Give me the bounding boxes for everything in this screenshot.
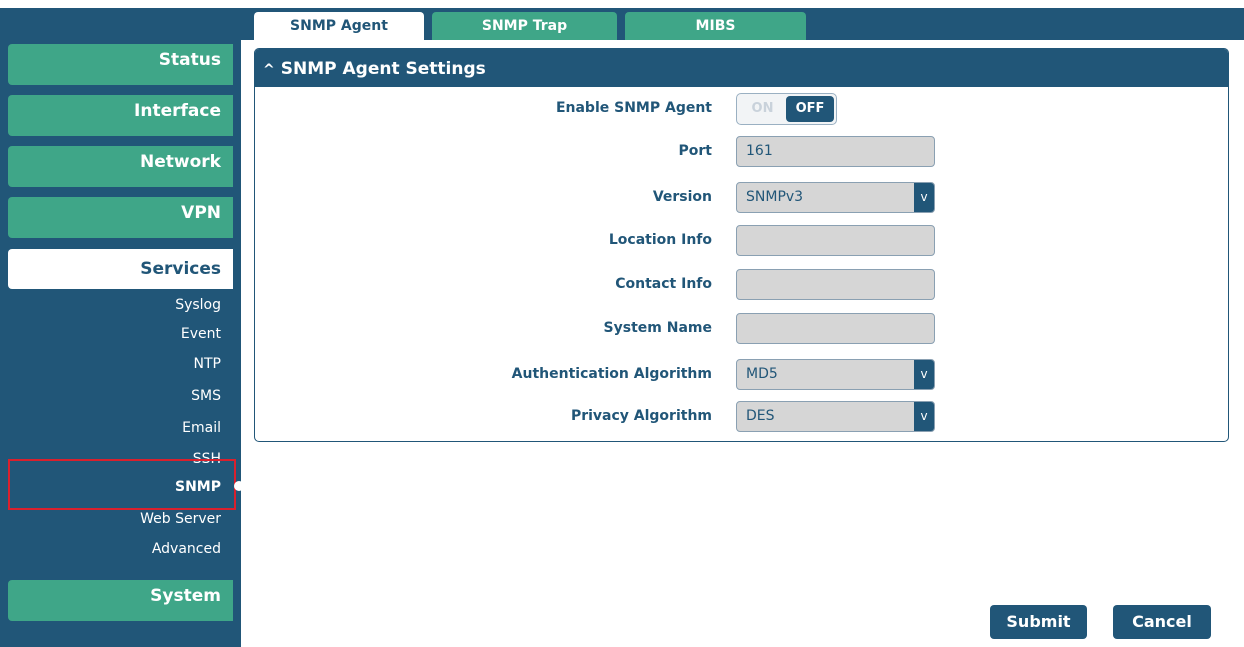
row-version: Version SNMPv3 v: [255, 182, 1228, 216]
cancel-button[interactable]: Cancel: [1113, 605, 1211, 639]
nav-network[interactable]: Network: [8, 146, 233, 187]
sidebar-item-ntp[interactable]: NTP: [41, 349, 221, 379]
tab-mibs[interactable]: MIBS: [625, 12, 806, 40]
sidebar-item-event[interactable]: Event: [41, 319, 221, 349]
panel-title: SNMP Agent Settings: [280, 59, 486, 79]
privacy-algorithm-select[interactable]: DES v: [736, 401, 935, 432]
toggle-on-label: ON: [751, 101, 774, 116]
system-name-input[interactable]: [736, 313, 935, 344]
sidebar: Status Interface Network VPN Services Sy…: [0, 0, 241, 647]
row-system-name: System Name: [255, 313, 1228, 347]
location-info-label: Location Info: [608, 232, 712, 248]
toggle-off-label: OFF: [786, 96, 834, 122]
version-label: Version: [652, 189, 712, 205]
submit-button[interactable]: Submit: [990, 605, 1087, 639]
snmp-highlight-box: [8, 459, 236, 510]
chevron-down-icon: v: [914, 183, 934, 212]
contact-info-label: Contact Info: [615, 276, 712, 292]
row-location-info: Location Info: [255, 225, 1228, 259]
port-label: Port: [678, 143, 712, 159]
row-privacy-algorithm: Privacy Algorithm DES v: [255, 401, 1228, 435]
authentication-algorithm-label: Authentication Algorithm: [511, 366, 712, 382]
row-contact-info: Contact Info: [255, 269, 1228, 303]
version-value: SNMPv3: [746, 189, 804, 205]
sidebar-item-advanced[interactable]: Advanced: [41, 534, 221, 564]
privacy-algorithm-value: DES: [746, 408, 775, 424]
nav-status[interactable]: Status: [8, 44, 233, 85]
sidebar-item-sms[interactable]: SMS: [41, 381, 221, 411]
authentication-algorithm-value: MD5: [746, 366, 778, 382]
row-enable-snmp-agent: Enable SNMP Agent ON OFF: [255, 93, 1228, 127]
privacy-algorithm-label: Privacy Algorithm: [570, 408, 712, 424]
nav-system[interactable]: System: [8, 580, 233, 621]
collapse-caret-icon: ^: [263, 62, 275, 78]
nav-services[interactable]: Services: [8, 249, 233, 289]
active-item-indicator: [234, 481, 244, 491]
location-info-input[interactable]: [736, 225, 935, 256]
tab-snmp-trap[interactable]: SNMP Trap: [432, 12, 617, 40]
snmp-agent-settings-panel: ^ SNMP Agent Settings Enable SNMP Agent O…: [254, 48, 1229, 442]
contact-info-input[interactable]: [736, 269, 935, 300]
row-port: Port 161: [255, 136, 1228, 170]
nav-vpn[interactable]: VPN: [8, 197, 233, 238]
system-name-label: System Name: [603, 320, 712, 336]
authentication-algorithm-select[interactable]: MD5 v: [736, 359, 935, 390]
port-input[interactable]: 161: [736, 136, 935, 167]
enable-snmp-agent-toggle[interactable]: ON OFF: [736, 93, 837, 125]
version-select[interactable]: SNMPv3 v: [736, 182, 935, 213]
nav-interface[interactable]: Interface: [8, 95, 233, 136]
panel-header[interactable]: ^ SNMP Agent Settings: [255, 49, 1228, 87]
enable-snmp-agent-label: Enable SNMP Agent: [555, 100, 712, 116]
chevron-down-icon: v: [914, 402, 934, 431]
row-authentication-algorithm: Authentication Algorithm MD5 v: [255, 359, 1228, 393]
sidebar-item-syslog[interactable]: Syslog: [41, 290, 221, 320]
sidebar-item-email[interactable]: Email: [41, 413, 221, 443]
chevron-down-icon: v: [914, 360, 934, 389]
tab-snmp-agent[interactable]: SNMP Agent: [254, 12, 424, 42]
